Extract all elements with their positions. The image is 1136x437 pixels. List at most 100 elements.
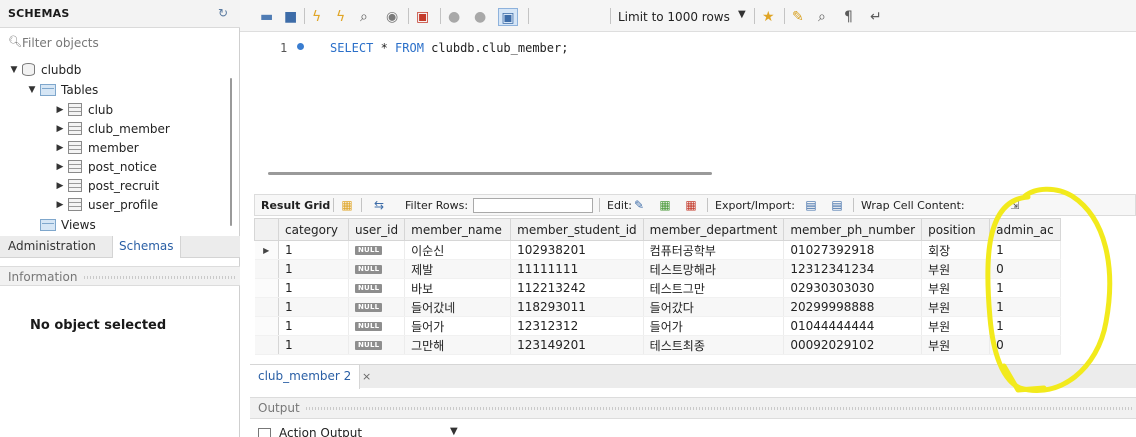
- cell-position[interactable]: 부원: [921, 316, 991, 336]
- beautify-icon[interactable]: ✎: [792, 8, 804, 26]
- cell-position[interactable]: 부원: [921, 278, 991, 298]
- stop-icon[interactable]: ◉: [386, 8, 398, 26]
- row-selector-header[interactable]: [254, 218, 279, 241]
- cell-member-department[interactable]: 테스트최종: [643, 335, 785, 355]
- table-row[interactable]: 1 NULL 들어가 12312312 들어가 01044444444 부원 1: [254, 316, 1061, 336]
- table-row[interactable]: 1 NULL 제발 11111111 테스트망해라 12312341234 부원…: [254, 259, 1061, 279]
- chevron-down-icon[interactable]: ▼: [450, 426, 458, 437]
- cell-category[interactable]: 1: [278, 335, 349, 355]
- cell-category[interactable]: 1: [278, 240, 349, 260]
- collapse-arrow-icon[interactable]: ▶: [54, 181, 66, 191]
- row-selector[interactable]: [254, 278, 279, 298]
- export-icon[interactable]: ▤: [803, 198, 819, 213]
- cell-position[interactable]: 부원: [921, 335, 991, 355]
- explain-icon[interactable]: ⌕: [360, 8, 368, 26]
- toggle-error-icon[interactable]: ▣: [416, 8, 429, 26]
- cell-user-id[interactable]: NULL: [348, 278, 406, 298]
- tree-item-table[interactable]: ▶ post_notice: [54, 157, 157, 176]
- delete-row-icon[interactable]: ▦: [683, 198, 699, 213]
- table-row[interactable]: 1 NULL 그만해 123149201 테스트최종 00092029102 부…: [254, 335, 1061, 355]
- cell-member-name[interactable]: 그만해: [404, 335, 512, 355]
- cell-member-ph-number[interactable]: 01044444444: [783, 316, 923, 336]
- cell-member-department[interactable]: 들어가: [643, 316, 785, 336]
- limit-rows-select[interactable]: Limit to 1000 rows: [618, 10, 730, 24]
- column-header-member-department[interactable]: member_department: [642, 218, 785, 241]
- column-header-member-name[interactable]: member_name: [404, 218, 512, 241]
- tree-item-views[interactable]: Views: [40, 215, 96, 234]
- cell-member-ph-number[interactable]: 00092029102: [783, 335, 923, 355]
- cell-member-ph-number[interactable]: 01027392918: [783, 240, 923, 260]
- row-selector[interactable]: [254, 297, 279, 317]
- rollback-icon[interactable]: ●: [474, 8, 486, 26]
- cell-member-student-id[interactable]: 11111111: [510, 259, 644, 279]
- column-header-admin-ac[interactable]: admin_ac: [989, 218, 1061, 241]
- cell-member-name[interactable]: 이순신: [404, 240, 512, 260]
- cell-position[interactable]: 부원: [921, 259, 991, 279]
- cell-member-student-id[interactable]: 123149201: [510, 335, 644, 355]
- cell-member-name[interactable]: 들어가: [404, 316, 512, 336]
- cell-admin-ac[interactable]: 1: [989, 316, 1061, 336]
- cell-admin-ac[interactable]: 1: [989, 297, 1061, 317]
- column-header-category[interactable]: category: [278, 218, 349, 241]
- editor-horizontal-scrollbar[interactable]: [268, 172, 712, 175]
- tree-item-table[interactable]: ▶ club_member: [54, 119, 170, 138]
- current-row-marker-icon[interactable]: ▶: [254, 240, 279, 260]
- tree-item-table[interactable]: ▶ club: [54, 100, 114, 119]
- invisible-chars-icon[interactable]: ¶: [844, 8, 853, 26]
- execute-current-icon[interactable]: ϟ: [336, 8, 345, 26]
- column-header-member-ph-number[interactable]: member_ph_number: [783, 218, 923, 241]
- cell-member-ph-number[interactable]: 02930303030: [783, 278, 923, 298]
- cell-member-student-id[interactable]: 118293011: [510, 297, 644, 317]
- cell-user-id[interactable]: NULL: [348, 259, 406, 279]
- cell-category[interactable]: 1: [278, 297, 349, 317]
- cell-member-name[interactable]: 바보: [404, 278, 512, 298]
- cell-user-id[interactable]: NULL: [348, 297, 406, 317]
- output-type-select[interactable]: Action Output: [258, 426, 362, 437]
- cell-admin-ac[interactable]: 1: [989, 240, 1061, 260]
- wrap-cell-icon[interactable]: ⇲: [1007, 198, 1023, 213]
- refresh-icon[interactable]: ↻: [218, 6, 228, 20]
- cell-member-student-id[interactable]: 102938201: [510, 240, 644, 260]
- collapse-arrow-icon[interactable]: ▶: [54, 162, 66, 172]
- grid-view-icon[interactable]: ▦: [339, 198, 355, 213]
- tree-item-table[interactable]: ▶ member: [54, 138, 139, 157]
- tab-club-member-2[interactable]: club_member 2: [250, 365, 361, 389]
- panel-grip[interactable]: [84, 276, 236, 279]
- tree-item-table[interactable]: ▶ user_profile: [54, 195, 159, 214]
- sql-editor[interactable]: 1 SELECT * FROM clubdb.club_member;: [240, 33, 1136, 173]
- cell-user-id[interactable]: NULL: [348, 335, 406, 355]
- cell-member-student-id[interactable]: 112213242: [510, 278, 644, 298]
- execute-icon[interactable]: ϟ: [312, 8, 321, 26]
- autocommit-toggle-icon[interactable]: ▣: [498, 8, 518, 26]
- cell-position[interactable]: 회장: [921, 240, 991, 260]
- tree-scrollbar[interactable]: [230, 78, 232, 226]
- cell-admin-ac[interactable]: 1: [989, 278, 1061, 298]
- row-selector[interactable]: [254, 335, 279, 355]
- cell-position[interactable]: 부원: [921, 297, 991, 317]
- cell-category[interactable]: 1: [278, 278, 349, 298]
- table-row[interactable]: 1 NULL 바보 112213242 테스트그만 02930303030 부원…: [254, 278, 1061, 298]
- column-header-position[interactable]: position: [921, 218, 991, 241]
- result-grid-label[interactable]: Result Grid: [261, 199, 330, 212]
- cell-member-department[interactable]: 들어갔다: [643, 297, 785, 317]
- open-folder-icon[interactable]: ▬: [260, 8, 273, 26]
- collapse-arrow-icon[interactable]: ▶: [54, 143, 66, 153]
- add-snippet-icon[interactable]: ★: [762, 8, 775, 26]
- cell-category[interactable]: 1: [278, 316, 349, 336]
- tree-item-clubdb[interactable]: ▼ clubdb: [8, 60, 82, 79]
- import-icon[interactable]: ▤: [829, 198, 845, 213]
- cell-member-ph-number[interactable]: 12312341234: [783, 259, 923, 279]
- cell-member-student-id[interactable]: 12312312: [510, 316, 644, 336]
- close-icon[interactable]: ×: [362, 370, 371, 383]
- table-row[interactable]: 1 NULL 들어갔네 118293011 들어갔다 20299998888 부…: [254, 297, 1061, 317]
- sql-statement[interactable]: SELECT * FROM clubdb.club_member;: [330, 41, 568, 55]
- edit-row-icon[interactable]: ✎: [631, 198, 647, 213]
- cell-user-id[interactable]: NULL: [348, 240, 406, 260]
- find-icon[interactable]: ⌕: [818, 8, 826, 26]
- row-selector[interactable]: [254, 316, 279, 336]
- cell-member-department[interactable]: 테스트그만: [643, 278, 785, 298]
- table-row[interactable]: ▶ 1 NULL 이순신 102938201 컴퓨터공학부 0102739291…: [254, 240, 1061, 260]
- save-icon[interactable]: ■: [284, 8, 297, 26]
- commit-icon[interactable]: ●: [448, 8, 460, 26]
- cell-member-department[interactable]: 테스트망해라: [643, 259, 785, 279]
